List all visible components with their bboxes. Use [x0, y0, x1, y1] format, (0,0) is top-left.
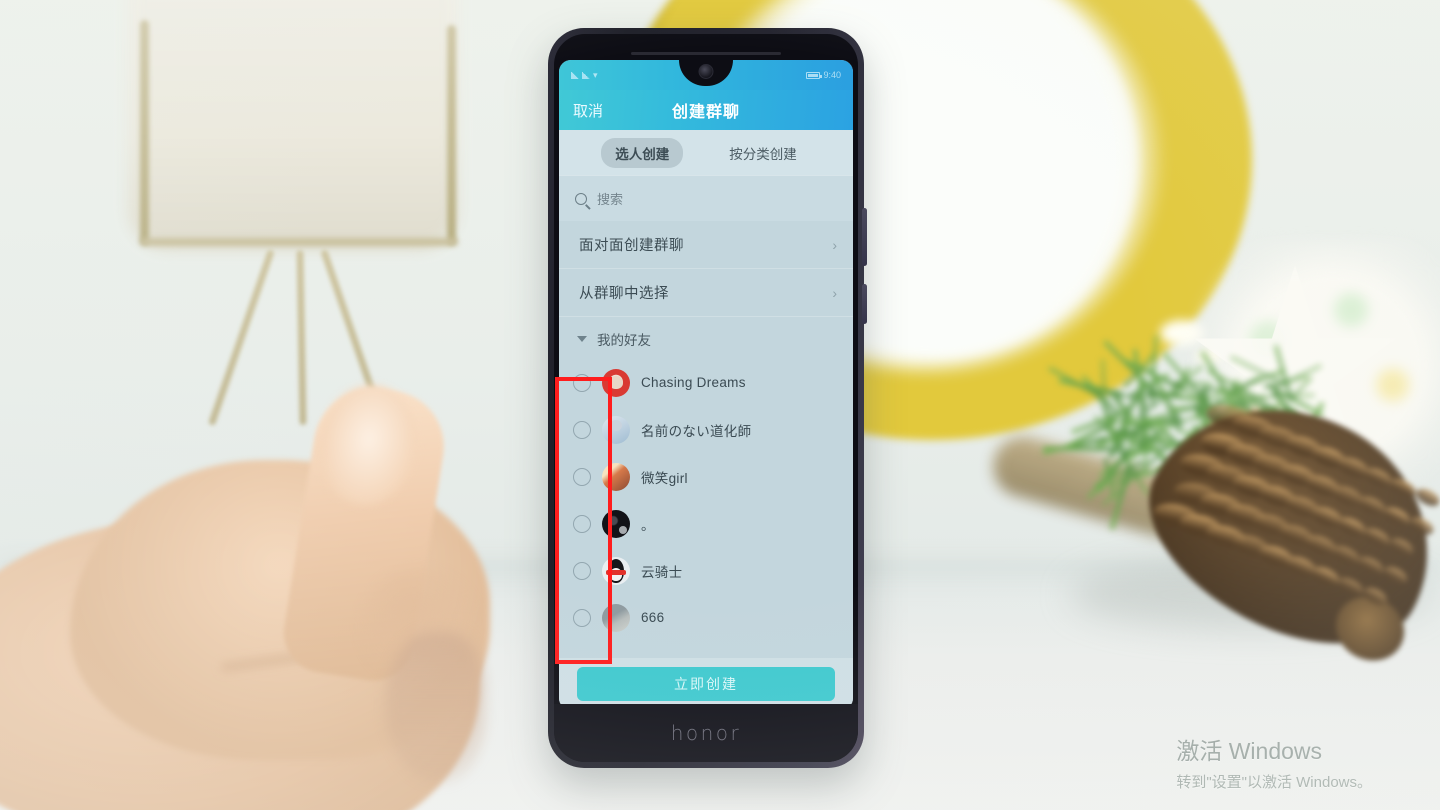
avatar — [602, 604, 630, 632]
avatar — [602, 463, 630, 491]
signal-icon — [571, 72, 579, 79]
entry-label: 从群聊中选择 — [579, 282, 669, 303]
list-item[interactable]: Chasing Dreams — [559, 359, 853, 406]
avatar — [602, 510, 630, 538]
friend-name: 666 — [641, 610, 664, 625]
list-item[interactable]: 。 — [559, 500, 853, 547]
group-header-my-friends[interactable]: 我的好友 — [559, 317, 853, 359]
list-item[interactable]: 名前のない道化師 — [559, 406, 853, 453]
signal-icon-2 — [582, 72, 590, 79]
nav-bar: 取消 创建群聊 — [559, 90, 853, 130]
power-button[interactable] — [862, 284, 867, 324]
friend-checkbox[interactable] — [573, 374, 591, 392]
friend-checkbox[interactable] — [573, 562, 591, 580]
watermark-subtitle: 转到"设置"以激活 Windows。 — [1176, 771, 1372, 792]
friend-checkbox[interactable] — [573, 468, 591, 486]
friend-name: 云骑士 — [641, 561, 682, 581]
avatar — [602, 557, 630, 585]
avatar — [602, 416, 630, 444]
status-time: 9:40 — [823, 70, 841, 80]
pine-needle — [1043, 446, 1113, 450]
lamp-shade-icon — [128, 0, 458, 250]
watermark-title: 激活 Windows — [1176, 732, 1372, 766]
status-left-icons: ▾ — [571, 70, 598, 81]
friend-name: 名前のない道化師 — [641, 420, 751, 440]
search-bar[interactable]: 搜索 — [559, 175, 853, 221]
entry-select-from-group[interactable]: 从群聊中选择 › — [559, 269, 853, 317]
earpiece-speaker — [631, 52, 781, 55]
lamp-arm-left — [140, 20, 149, 245]
chevron-down-icon[interactable] — [577, 336, 587, 342]
tab-select-people[interactable]: 选人创建 — [601, 138, 683, 168]
avatar — [602, 369, 630, 397]
penguin-scarf — [606, 570, 626, 575]
list-item[interactable]: 微笑girl — [559, 453, 853, 500]
smartphone: ▾ 9:40 取消 创建群聊 选人创建 按分类创建 搜索 面对面创建群聊 › 从… — [548, 28, 864, 768]
phone-chin: honor — [554, 704, 858, 762]
entry-face-to-face[interactable]: 面对面创建群聊 › — [559, 221, 853, 269]
friend-name: 微笑girl — [641, 467, 688, 487]
search-icon — [575, 193, 587, 205]
battery-icon — [806, 72, 820, 79]
friend-checkbox[interactable] — [573, 515, 591, 533]
phone-body: ▾ 9:40 取消 创建群聊 选人创建 按分类创建 搜索 面对面创建群聊 › 从… — [554, 34, 858, 762]
status-right-icons: 9:40 — [806, 70, 841, 80]
tab-by-category[interactable]: 按分类创建 — [715, 138, 811, 168]
front-camera-icon — [699, 64, 714, 79]
lamp-arm-right — [447, 25, 456, 245]
wifi-icon: ▾ — [593, 70, 598, 81]
thumb-edge — [385, 632, 485, 782]
search-input[interactable]: 搜索 — [597, 189, 623, 208]
volume-button[interactable] — [862, 208, 867, 266]
friend-checkbox[interactable] — [573, 421, 591, 439]
photo-scene: ▾ 9:40 取消 创建群聊 选人创建 按分类创建 搜索 面对面创建群聊 › 从… — [0, 0, 1440, 810]
content-list: 面对面创建群聊 › 从群聊中选择 › 我的好友 Chasing Dreams 名… — [559, 221, 853, 641]
friend-name: Chasing Dreams — [641, 375, 746, 390]
lamp-base-bar — [140, 238, 458, 246]
group-title: 我的好友 — [597, 329, 651, 349]
list-item[interactable]: 云骑士 — [559, 547, 853, 594]
chevron-right-icon: › — [832, 285, 837, 301]
list-item[interactable]: 666 — [559, 594, 853, 641]
create-now-button[interactable]: 立即创建 — [577, 667, 836, 701]
friend-checkbox[interactable] — [573, 609, 591, 627]
hand — [0, 400, 640, 810]
honor-brand-logo: honor — [671, 721, 742, 745]
tab-bar: 选人创建 按分类创建 — [559, 130, 853, 175]
entry-label: 面对面创建群聊 — [579, 234, 684, 255]
lamp-leg-center — [296, 250, 306, 425]
page-title: 创建群聊 — [559, 98, 853, 122]
phone-screen: ▾ 9:40 取消 创建群聊 选人创建 按分类创建 搜索 面对面创建群聊 › 从… — [559, 60, 853, 710]
friend-name: 。 — [641, 514, 655, 534]
footer-bar: 立即创建 — [559, 658, 853, 710]
pine-needle — [1101, 359, 1107, 415]
windows-activation-watermark: 激活 Windows 转到"设置"以激活 Windows。 — [1176, 732, 1372, 792]
pine-needle — [1138, 373, 1143, 418]
chevron-right-icon: › — [832, 237, 837, 253]
